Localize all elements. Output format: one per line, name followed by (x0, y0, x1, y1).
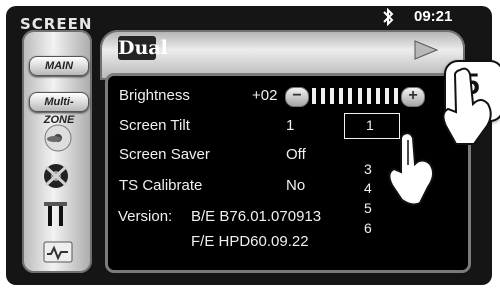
back-icon[interactable] (412, 38, 440, 62)
fe-version: F/E HPD60.09.22 (191, 233, 309, 250)
sidebar-item-multi-zone[interactable]: Multi-ZONE (29, 92, 89, 126)
bluetooth-icon (382, 7, 394, 30)
screen-tilt-selected-label[interactable]: 1 (366, 117, 374, 133)
tilt-option-4[interactable]: 4 (364, 180, 372, 196)
screen-saver-label: Screen Saver (119, 146, 210, 163)
brightness-label: Brightness (119, 87, 190, 104)
be-version: B/E B76.01.070913 (191, 208, 322, 225)
monitor-icon[interactable] (36, 236, 80, 270)
audio-icon[interactable] (36, 159, 80, 193)
settings-tools-icon[interactable] (36, 198, 80, 232)
clock-time: 09:21 (414, 8, 453, 25)
brightness-value: +02 (252, 87, 278, 104)
touch-hand-icon (388, 132, 434, 206)
screen-tilt-label: Screen Tilt (119, 117, 190, 134)
tilt-option-3[interactable]: 3 (364, 161, 372, 177)
brand-logo: Dual (118, 36, 168, 60)
brightness-level-ticks (312, 88, 398, 104)
step-hand-icon (442, 67, 492, 145)
version-label: Version: (118, 208, 173, 225)
ts-calibrate-label: TS Calibrate (119, 177, 203, 194)
brightness-increase-button[interactable]: + (401, 87, 425, 107)
ts-calibrate-value[interactable]: No (286, 177, 305, 194)
tilt-option-5[interactable]: 5 (364, 200, 372, 216)
tilt-option-6[interactable]: 6 (364, 220, 372, 236)
sidebar-item-main[interactable]: MAIN (29, 56, 89, 76)
brightness-slider[interactable]: − + (285, 87, 425, 107)
screen-saver-value[interactable]: Off (286, 146, 306, 163)
screen-tilt-value[interactable]: 1 (286, 117, 294, 134)
brightness-decrease-button[interactable]: − (285, 87, 309, 107)
dvd-icon[interactable] (36, 121, 80, 155)
